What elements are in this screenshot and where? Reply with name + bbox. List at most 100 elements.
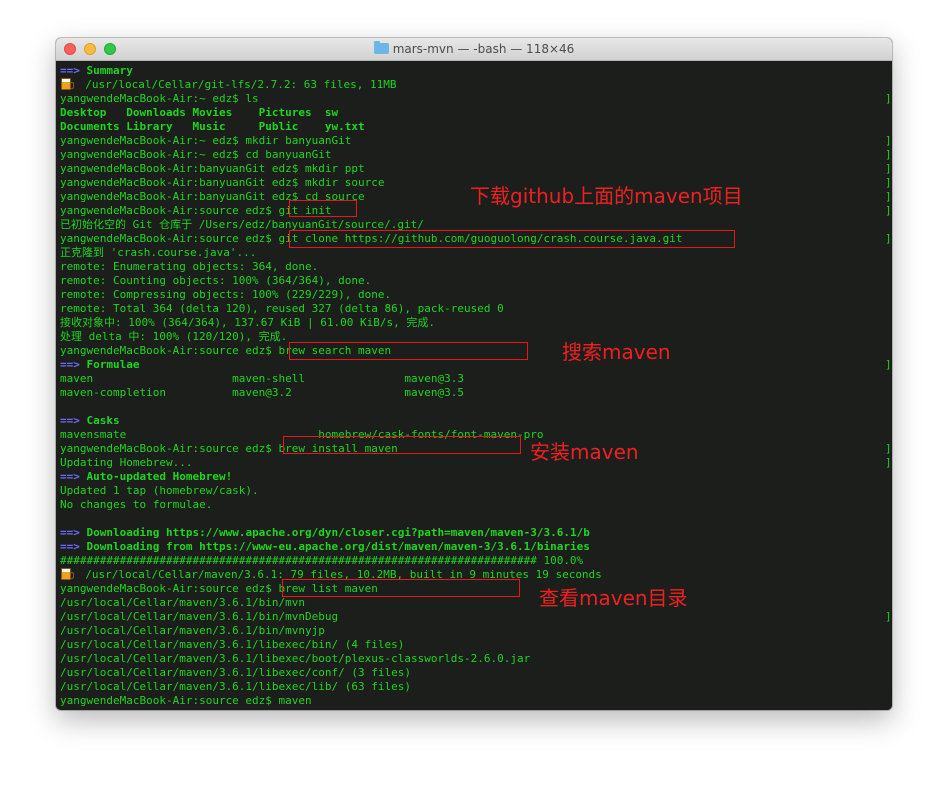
terminal-line: /usr/local/Cellar/maven/3.6.1/libexec/bi… (60, 638, 404, 652)
line-marker: ] (885, 176, 892, 189)
terminal-line: ==> Summary (60, 64, 133, 78)
annotation-list: 查看maven目录 (539, 586, 688, 610)
terminal-line-text: /usr/local/Cellar/maven/3.6.1/bin/mvnyjp (60, 624, 325, 637)
terminal-line: 处理 delta 中: 100% (120/120), 完成. (60, 330, 287, 344)
terminal-line: remote: Total 364 (delta 120), reused 32… (60, 302, 504, 316)
window-title-area: mars-mvn — -bash — 118×46 (56, 38, 892, 60)
terminal-line-text: yangwendeMacBook-Air:~ edz$ ls (60, 92, 259, 105)
homebrew-arrow: ==> (60, 540, 80, 553)
terminal-line-text: 处理 delta 中: 100% (120/120), 完成. (60, 330, 288, 343)
terminal-line: ==> Formulae (60, 358, 139, 372)
terminal-line: yangwendeMacBook-Air:banyuanGit edz$ mkd… (60, 162, 365, 176)
terminal-line-text: Desktop Downloads Movies Pictures sw (60, 106, 339, 119)
beer-mug-icon (61, 568, 74, 580)
terminal-line: yangwendeMacBook-Air:banyuanGit edz$ mkd… (60, 176, 385, 190)
terminal-line-text: yangwendeMacBook-Air:~ edz$ mkdir banyua… (60, 134, 352, 147)
terminal-output[interactable]: ==> Summary /usr/local/Cellar/git-lfs/2.… (56, 61, 892, 710)
terminal-line-text: Documents Library Music Public yw.txt (60, 120, 365, 133)
terminal-line-text: /usr/local/Cellar/maven/3.6.1/libexec/bi… (60, 638, 405, 651)
line-marker: ] (885, 232, 892, 245)
terminal-line-text: Auto-updated Homebrew! (86, 470, 233, 483)
terminal-line-text: /usr/local/Cellar/maven/3.6.1/bin/mvnDeb… (60, 610, 339, 623)
terminal-line-text: Formulae (86, 358, 140, 371)
terminal-line: /usr/local/Cellar/maven/3.6.1/libexec/li… (60, 680, 411, 694)
homebrew-arrow: ==> (60, 358, 80, 371)
annotation-download: 下载github上面的maven项目 (470, 184, 743, 208)
terminal-line-text: Summary (86, 64, 133, 77)
terminal-line-text: 接收对象中: 100% (364/364), 137.67 KiB | 61.0… (60, 316, 436, 329)
line-marker: ] (885, 204, 892, 217)
terminal-line: yangwendeMacBook-Air:~ edz$ cd banyuanGi… (60, 148, 332, 162)
terminal-line: remote: Enumerating objects: 364, done. (60, 260, 318, 274)
terminal-line: Documents Library Music Public yw.txt (60, 120, 365, 134)
homebrew-arrow: ==> (60, 470, 80, 483)
terminal-window: mars-mvn — -bash — 118×46 ==> Summary /u… (56, 38, 892, 710)
terminal-line: /usr/local/Cellar/maven/3.6.1/libexec/bo… (60, 652, 530, 666)
line-marker: ] (885, 610, 892, 623)
terminal-line: Desktop Downloads Movies Pictures sw (60, 106, 338, 120)
annotation-search: 搜索maven (562, 340, 671, 364)
terminal-line-text: /usr/local/Cellar/maven/3.6.1/libexec/co… (60, 666, 411, 679)
highlight-git-init (289, 200, 357, 217)
terminal-line: maven maven-shell maven@3.3 (60, 372, 464, 386)
terminal-line: ########################################… (60, 554, 583, 568)
terminal-line-text: Downloading https://www.apache.org/dyn/c… (86, 526, 590, 539)
homebrew-arrow: ==> (60, 414, 80, 427)
line-marker: ] (885, 148, 892, 161)
terminal-line: remote: Counting objects: 100% (364/364)… (60, 274, 371, 288)
terminal-line-text: No changes to formulae. (60, 498, 213, 511)
highlight-brew-list (282, 579, 520, 597)
terminal-line: yangwendeMacBook-Air:~ edz$ mkdir banyua… (60, 134, 351, 148)
terminal-line: remote: Compressing objects: 100% (229/2… (60, 288, 391, 302)
terminal-line: yangwendeMacBook-Air:source edz$ maven (60, 694, 312, 708)
highlight-git-clone (289, 230, 735, 248)
beer-mug-icon (61, 78, 74, 90)
terminal-line: /usr/local/Cellar/git-lfs/2.7.2: 63 file… (60, 78, 397, 92)
highlight-brew-search (289, 342, 528, 360)
line-marker: ] (885, 190, 892, 203)
terminal-line-text: remote: Compressing objects: 100% (229/2… (60, 288, 392, 301)
terminal-line-text: /usr/local/Cellar/git-lfs/2.7.2: 63 file… (72, 78, 397, 91)
line-marker: ] (885, 134, 892, 147)
title-bar[interactable]: mars-mvn — -bash — 118×46 (56, 38, 892, 61)
terminal-line: /usr/local/Cellar/maven/3.6.1/bin/mvn (60, 596, 305, 610)
terminal-line: ==> Downloading from https://www-eu.apac… (60, 540, 590, 554)
line-marker: ] (885, 456, 892, 469)
window-title: mars-mvn — -bash — 118×46 (392, 42, 575, 56)
terminal-line: 正克隆到 'crash.course.java'... (60, 246, 256, 260)
terminal-line: /usr/local/Cellar/maven/3.6.1/bin/mvnDeb… (60, 610, 338, 624)
annotation-install: 安装maven (530, 440, 639, 464)
terminal-line-text: maven-completion maven@3.2 maven@3.5 (60, 386, 464, 399)
terminal-line: ==> Auto-updated Homebrew! (60, 470, 232, 484)
terminal-line-text: yangwendeMacBook-Air:source edz$ maven (60, 694, 312, 707)
terminal-line-text: remote: Counting objects: 100% (364/364)… (60, 274, 372, 287)
terminal-line: Updating Homebrew... (60, 456, 192, 470)
terminal-line-text: yangwendeMacBook-Air:banyuanGit edz$ mkd… (60, 162, 365, 175)
terminal-line: /usr/local/Cellar/maven/3.6.1/bin/mvnyjp (60, 624, 325, 638)
folder-icon (373, 41, 389, 54)
terminal-line: No changes to formulae. (60, 498, 212, 512)
terminal-line: ==> Downloading https://www.apache.org/d… (60, 526, 590, 540)
terminal-line-text: yangwendeMacBook-Air:~ edz$ cd banyuanGi… (60, 148, 332, 161)
terminal-line: Updated 1 tap (homebrew/cask). (60, 484, 259, 498)
terminal-line-text: Downloading from https://www-eu.apache.o… (86, 540, 590, 553)
terminal-line: /usr/local/Cellar/maven/3.6.1/libexec/co… (60, 666, 411, 680)
highlight-brew-install (283, 436, 521, 454)
line-marker: ] (885, 92, 892, 105)
line-marker: ] (885, 358, 892, 371)
line-marker: ] (885, 442, 892, 455)
terminal-line-text: 正克隆到 'crash.course.java'... (60, 246, 257, 259)
homebrew-arrow: ==> (60, 526, 80, 539)
terminal-line-text: maven maven-shell maven@3.3 (60, 372, 464, 385)
terminal-line-text: /usr/local/Cellar/maven/3.6.1/libexec/bo… (60, 652, 531, 665)
line-marker: ] (885, 162, 892, 175)
terminal-line: 接收对象中: 100% (364/364), 137.67 KiB | 61.0… (60, 316, 435, 330)
terminal-line: ==> Casks (60, 414, 120, 428)
terminal-line-text: remote: Total 364 (delta 120), reused 32… (60, 302, 504, 315)
terminal-line: maven-completion maven@3.2 maven@3.5 (60, 386, 464, 400)
terminal-line-text: Updated 1 tap (homebrew/cask). (60, 484, 259, 497)
homebrew-arrow: ==> (60, 64, 80, 77)
terminal-line-text: yangwendeMacBook-Air:banyuanGit edz$ mkd… (60, 176, 385, 189)
terminal-line-text: Updating Homebrew... (60, 456, 193, 469)
terminal-line-text: remote: Enumerating objects: 364, done. (60, 260, 319, 273)
